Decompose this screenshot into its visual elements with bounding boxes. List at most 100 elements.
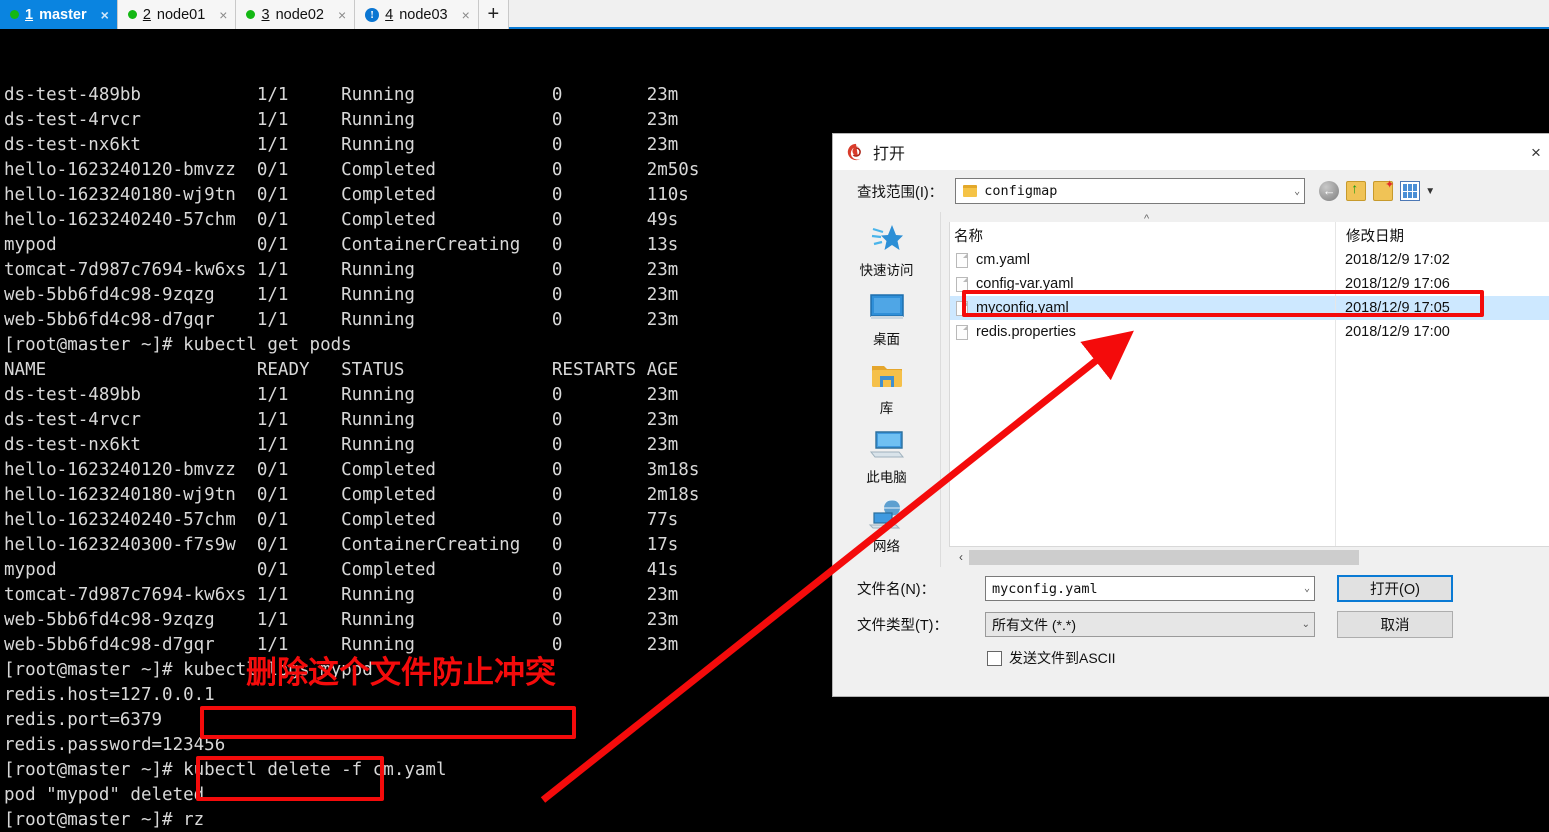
tab-node02[interactable]: 3 node02 × [236, 0, 356, 29]
back-icon[interactable]: ← [1319, 181, 1340, 201]
terminal-line: ds-test-489bb 1/1 Running 0 23m [4, 85, 679, 105]
chevron-down-icon[interactable]: ⌄ [1302, 619, 1310, 630]
tab-label: node03 [399, 6, 448, 23]
place-label: 网络 [873, 539, 900, 554]
filename-row: 文件名(N)： myconfig.yaml ⌄ 打开(O) [857, 575, 1549, 602]
place-label: 快速访问 [859, 263, 914, 278]
scrollbar-track[interactable] [969, 549, 1549, 565]
close-icon[interactable]: × [462, 8, 470, 22]
green-dot-icon [246, 10, 256, 19]
dialog-body: 快速访问 桌面 库 此电脑 网络 ^ 名称 修改日期 cm.yaml 2018/… [833, 212, 1549, 567]
tab-number: 3 [261, 6, 270, 23]
column-header-name[interactable]: 名称 [950, 225, 1335, 246]
ascii-checkbox-label: 发送文件到ASCII [1009, 650, 1116, 666]
file-icon [956, 276, 968, 292]
cancel-button[interactable]: 取消 [1337, 611, 1453, 638]
look-in-row: 查找范围(I)： configmap ⌄ ← ▼ [833, 170, 1549, 212]
file-list-item[interactable]: cm.yaml 2018/12/9 17:02 [950, 248, 1549, 272]
file-browser-panel: ^ 名称 修改日期 cm.yaml 2018/12/9 17:02 config-v… [941, 212, 1549, 567]
horizontal-scrollbar[interactable]: ‹ [949, 547, 1549, 567]
file-modified-date: 2018/12/9 17:06 [1345, 276, 1450, 292]
look-in-combobox[interactable]: configmap ⌄ [955, 178, 1306, 204]
file-name: myconfig.yaml [976, 300, 1069, 316]
terminal-line: [root@master ~]# rz [4, 810, 205, 830]
file-modified-date: 2018/12/9 17:05 [1345, 300, 1450, 316]
filetype-value: 所有文件 (*.*) [992, 616, 1076, 633]
file-list[interactable]: 名称 修改日期 cm.yaml 2018/12/9 17:02 config-var… [949, 222, 1549, 547]
sort-indicator-bar: ^ [949, 212, 1549, 225]
terminal-line: ds-test-4rvcr 1/1 Running 0 23m [4, 110, 679, 130]
place-desktop[interactable]: 桌面 [833, 287, 940, 348]
tab-label: master [39, 6, 87, 23]
star-icon [833, 218, 940, 258]
tab-label: node02 [275, 6, 324, 23]
place-label: 库 [879, 401, 894, 416]
annotation-note: 删除这个文件防止冲突 [246, 655, 556, 691]
look-in-value: configmap [984, 183, 1058, 199]
library-folder-icon [833, 356, 940, 396]
close-icon[interactable]: × [101, 8, 109, 22]
alert-icon: ! [365, 7, 380, 22]
up-folder-icon[interactable] [1346, 180, 1367, 201]
tab-number: 1 [25, 6, 34, 23]
tab-node01[interactable]: 2 node01 × [117, 0, 237, 29]
filename-input[interactable]: myconfig.yaml ⌄ [985, 576, 1315, 601]
filename-value: myconfig.yaml [992, 580, 1098, 597]
scroll-left-icon[interactable]: ‹ [953, 550, 969, 564]
file-modified-date: 2018/12/9 17:02 [1345, 252, 1450, 268]
column-header-date[interactable]: 修改日期 [1335, 224, 1549, 246]
column-divider [1335, 222, 1336, 546]
new-folder-icon[interactable] [1373, 178, 1394, 201]
file-name: cm.yaml [976, 252, 1030, 268]
desktop-icon [833, 287, 940, 327]
ascii-checkbox-row[interactable]: 发送文件到ASCII [987, 648, 1549, 668]
open-file-dialog: 打开 × 查找范围(I)： configmap ⌄ ← ▼ [832, 133, 1549, 697]
folder-icon [963, 185, 978, 197]
dialog-title: 打开 [873, 146, 906, 163]
view-mode-chevron-icon[interactable]: ▼ [1425, 186, 1435, 197]
file-list-item[interactable]: config-var.yaml 2018/12/9 17:06 [950, 272, 1549, 296]
app-logo-icon [847, 143, 862, 161]
file-list-item[interactable]: myconfig.yaml 2018/12/9 17:05 [950, 296, 1549, 320]
dialog-footer: 文件名(N)： myconfig.yaml ⌄ 打开(O) 文件类型(T)： 所… [833, 567, 1549, 668]
filename-label: 文件名(N)： [857, 582, 936, 598]
file-modified-date: 2018/12/9 17:00 [1345, 324, 1450, 340]
filetype-label: 文件类型(T)： [857, 618, 949, 634]
open-button[interactable]: 打开(O) [1337, 575, 1453, 602]
terminal-line: [root@master ~]# kubectl delete -f cm.ya… [4, 760, 447, 780]
dialog-toolbar: ← ▼ [1319, 178, 1435, 201]
ascii-checkbox[interactable] [987, 650, 1002, 666]
green-dot-icon [10, 10, 19, 19]
tab-node03[interactable]: ! 4 node03 × [355, 0, 479, 29]
place-network[interactable]: 网络 [833, 494, 940, 555]
tab-label: node01 [156, 6, 206, 23]
place-library[interactable]: 库 [833, 356, 940, 417]
tab-master[interactable]: 1 master × [0, 0, 118, 29]
chevron-down-icon[interactable]: ⌄ [1294, 186, 1300, 197]
network-icon [833, 494, 940, 534]
terminal-line: redis.password=123456 [4, 735, 226, 755]
view-mode-icon[interactable] [1400, 181, 1421, 201]
close-icon[interactable]: × [338, 8, 346, 22]
chevron-down-icon[interactable]: ⌄ [1304, 583, 1310, 594]
dialog-title-bar: 打开 × [833, 134, 1549, 170]
place-quick-access[interactable]: 快速访问 [833, 218, 940, 279]
terminal-tab-bar: 1 master × 2 node01 × 3 node02 × ! 4 nod… [0, 0, 1549, 29]
scrollbar-thumb[interactable] [969, 549, 1359, 565]
dialog-close-icon[interactable]: × [1513, 144, 1549, 161]
tab-number: 4 [385, 6, 394, 23]
filetype-select[interactable]: 所有文件 (*.*) ⌄ [985, 612, 1315, 637]
new-tab-button[interactable]: + [478, 0, 509, 29]
file-icon [956, 300, 968, 316]
terminal-line: pod "mypod" deleted [4, 785, 205, 805]
place-label: 此电脑 [866, 470, 907, 485]
place-this-pc[interactable]: 此电脑 [833, 425, 940, 486]
this-pc-icon [833, 425, 940, 465]
file-icon [956, 324, 968, 340]
close-icon[interactable]: × [219, 8, 227, 22]
file-list-item[interactable]: redis.properties 2018/12/9 17:00 [950, 320, 1549, 344]
filetype-row: 文件类型(T)： 所有文件 (*.*) ⌄ 取消 [857, 611, 1549, 638]
file-name: config-var.yaml [976, 276, 1074, 292]
file-icon [956, 252, 968, 268]
tab-number: 2 [142, 6, 151, 23]
